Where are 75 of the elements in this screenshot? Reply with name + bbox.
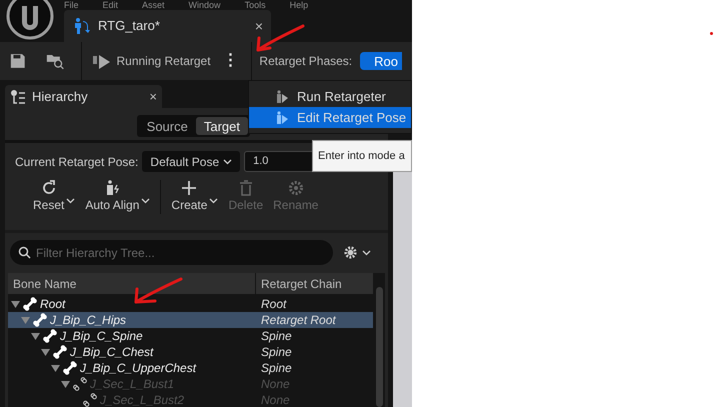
menu-item[interactable]: Window: [188, 0, 221, 10]
search-field[interactable]: Filter Hierarchy Tree...: [10, 240, 333, 265]
pose-label: Current Retarget Pose:: [15, 154, 138, 170]
panel-tab[interactable]: Hierarchy ×: [5, 85, 162, 108]
logo-icon[interactable]: [6, 0, 54, 40]
tree-row[interactable]: J_Bip_C_UpperChest Spine: [8, 360, 373, 376]
caret-icon: [223, 158, 232, 164]
tab-title: RTG_taro*: [98, 17, 161, 36]
bone-name: J_Bip_C_UpperChest: [80, 360, 196, 377]
bone-icon: [63, 361, 77, 375]
toggle-tab[interactable]: Source: [138, 117, 196, 135]
figure-icon: [104, 180, 120, 196]
menu-item[interactable]: Asset: [142, 0, 165, 10]
column-header[interactable]: Retarget Chain: [256, 273, 373, 294]
panel-title: Hierarchy: [32, 88, 89, 106]
trash-icon: [238, 180, 254, 196]
running-retarget-button[interactable]: Running Retarget: [93, 52, 211, 70]
chain-name: None: [260, 376, 291, 393]
chain-name: Spine: [260, 344, 293, 361]
close-icon[interactable]: ×: [254, 16, 263, 36]
bone-name: J_Bip_C_Spine: [60, 328, 143, 345]
bone-icon: [73, 377, 87, 391]
chain-name: Spine: [260, 328, 293, 345]
chain-name: Spine: [260, 360, 293, 377]
menu-item[interactable]: File: [64, 0, 79, 10]
settings-icon: [343, 245, 358, 260]
caret-icon: [141, 198, 150, 204]
save-icon[interactable]: [10, 52, 26, 70]
chain-name: Retarget Root: [260, 312, 337, 329]
phase-button[interactable]: Roo: [360, 52, 402, 70]
caret-icon: [209, 198, 218, 204]
caret-icon: [66, 198, 76, 204]
figure-icon: [275, 90, 289, 104]
toggle-tab[interactable]: Target: [196, 117, 248, 135]
menu-item[interactable]: Edit Retarget Pose: [249, 107, 411, 128]
bone-icon: [23, 297, 37, 311]
menu-item[interactable]: Edit: [102, 0, 118, 10]
action-button[interactable]: Create: [171, 180, 218, 214]
bone-name: J_Sec_L_Bust2: [100, 392, 184, 407]
play-figure-icon: [93, 52, 112, 70]
action-button[interactable]: Auto Align: [85, 180, 150, 214]
refresh-icon: [40, 180, 57, 196]
chain-name: Root: [260, 296, 288, 313]
tree-row[interactable]: J_Bip_C_Chest Spine: [8, 344, 373, 360]
bone-name: J_Bip_C_Hips: [50, 312, 126, 329]
bone-icon: [43, 329, 57, 343]
document-tab[interactable]: RTG_taro* ×: [64, 10, 271, 42]
phases-label: Retarget Phases:: [259, 53, 352, 70]
search-icon: [18, 246, 31, 259]
more-options-button[interactable]: ⋮: [218, 49, 243, 73]
bone-name: J_Bip_C_Chest: [70, 344, 154, 361]
bone-name: J_Sec_L_Bust1: [90, 376, 174, 393]
menu-item[interactable]: Run Retargeter: [249, 86, 411, 107]
plus-icon: [181, 180, 198, 196]
figure-icon: [275, 110, 289, 124]
close-icon[interactable]: ×: [149, 86, 157, 106]
scrollbar[interactable]: [376, 287, 382, 407]
menu-item[interactable]: Help: [290, 0, 308, 10]
menu-item[interactable]: Tools: [244, 0, 266, 10]
bone-name: Root: [40, 296, 66, 313]
hierarchy-icon: [10, 88, 26, 104]
pose-dropdown[interactable]: Default Pose: [142, 151, 240, 172]
annotation-arrow: [133, 277, 183, 305]
action-button[interactable]: Reset: [33, 180, 76, 214]
tree-row[interactable]: J_Bip_C_Spine Spine: [8, 328, 373, 344]
gear-icon: [288, 180, 304, 196]
bone-icon: [33, 313, 47, 327]
tooltip: Enter into mode a: [312, 140, 412, 172]
chain-name: None: [260, 392, 291, 407]
bone-icon: [53, 345, 67, 359]
retarget-icon: [72, 17, 90, 35]
tree-row[interactable]: Root Root: [8, 296, 373, 312]
caret-icon: [362, 250, 371, 256]
column-header[interactable]: Bone Name: [8, 273, 256, 294]
tree-row[interactable]: J_Bip_C_Hips Retarget Root: [8, 312, 373, 328]
